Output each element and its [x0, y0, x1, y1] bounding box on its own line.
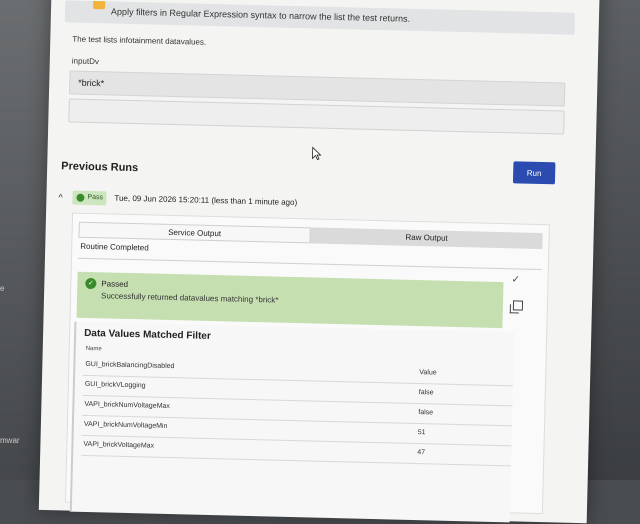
status-badge: Pass	[72, 190, 107, 206]
input-label: inputDv	[71, 56, 100, 67]
background-text: e	[0, 284, 5, 293]
run-button[interactable]: Run	[512, 161, 556, 185]
info-banner: Apply filters in Regular Expression synt…	[64, 0, 576, 35]
column-header-name: Name	[85, 345, 102, 353]
warning-icon	[93, 1, 106, 10]
status-badge-label: Pass	[87, 193, 104, 202]
cell-name: VAPI_brickVoltageMax	[83, 440, 155, 450]
test-description: The test lists infotainment datavalues.	[72, 34, 207, 47]
cell-name: VAPI_brickNumVoltageMin	[83, 420, 168, 430]
cell-value: 51	[417, 429, 426, 437]
chevron-up-icon[interactable]: ^	[58, 192, 62, 202]
test-page: Apply filters in Regular Expression synt…	[38, 0, 600, 524]
routine-status: Routine Completed	[80, 241, 149, 253]
cell-value: 47	[417, 449, 426, 457]
data-values-table: Data Values Matched Filter Name GUI_bric…	[69, 321, 515, 523]
divider	[77, 257, 542, 271]
check-circle-icon: ✓	[85, 277, 97, 290]
tab-service-output[interactable]: Service Output	[78, 221, 311, 244]
result-message: Successfully returned datavalues matchin…	[100, 291, 279, 305]
cell-value: false	[418, 389, 434, 397]
input-dv-value: *brick*	[78, 77, 105, 89]
result-title: Passed	[101, 279, 129, 289]
cell-value: false	[418, 409, 434, 417]
run-timestamp: Tue, 09 Jun 2026 15:20:11 (less than 1 m…	[114, 193, 298, 208]
data-values-title: Data Values Matched Filter	[83, 327, 211, 342]
previous-runs-title: Previous Runs	[61, 160, 139, 175]
result-alert: ✓ Passed Successfully returned datavalue…	[76, 271, 504, 329]
copy-icon[interactable]	[512, 300, 524, 311]
run-details-card: Service Output Raw Output Routine Comple…	[64, 212, 550, 523]
check-icon: ✓	[511, 274, 521, 286]
tab-raw-output[interactable]: Raw Output	[310, 227, 543, 250]
column-header-value: Value	[419, 369, 437, 377]
cell-name: GUI_brickVLogging	[84, 380, 146, 390]
cell-name: VAPI_brickNumVoltageMax	[84, 400, 170, 411]
banner-text: Apply filters in Regular Expression synt…	[110, 6, 411, 24]
background-text-2: mwar	[0, 436, 20, 445]
check-circle-icon	[76, 193, 85, 202]
cell-name: GUI_brickBalancingDisabled	[85, 360, 175, 371]
mouse-cursor-icon	[312, 146, 322, 161]
